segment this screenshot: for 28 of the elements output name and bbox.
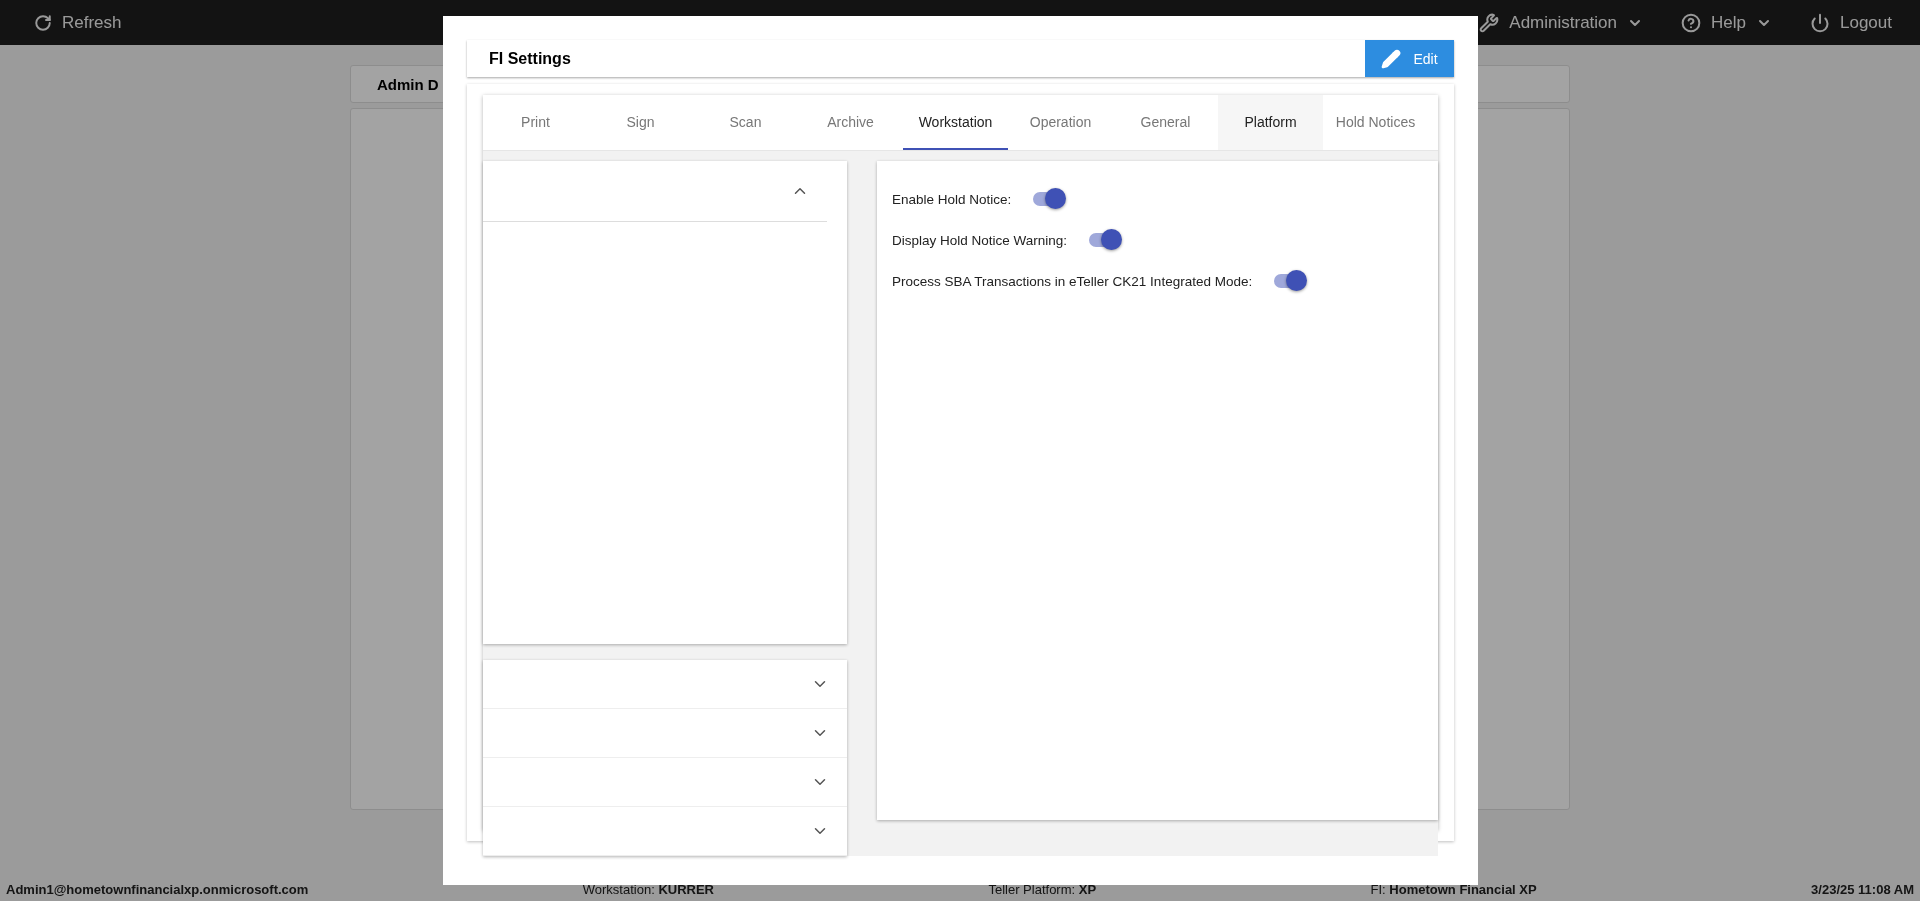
- status-item: Teller Platform: XP: [988, 881, 1097, 897]
- status-item: Workstation: KURRER: [582, 881, 714, 897]
- pencil-icon: [1381, 48, 1402, 69]
- status-item: Admin1@hometownfinancialxp.onmicrosoft.com: [6, 881, 309, 897]
- menu-button[interactable]: Logout: [1810, 12, 1892, 33]
- tab[interactable]: Operation: [1008, 95, 1113, 150]
- tab[interactable]: Sign: [588, 95, 693, 150]
- setting-label: Enable Hold Notice:: [892, 191, 1012, 207]
- tab[interactable]: Hold Notices: [1323, 95, 1428, 150]
- status-item: FI: Hometown Financial XP: [1370, 881, 1537, 897]
- refresh-icon: [34, 13, 52, 32]
- panel-title: Admin D: [377, 75, 439, 93]
- wrench-icon: [1479, 12, 1500, 33]
- status-item: 3/23/25 11:08 AM: [1811, 881, 1914, 897]
- tab[interactable]: General: [1113, 95, 1218, 150]
- dialog-title: FI Settings: [489, 49, 571, 68]
- tab[interactable]: Archive: [798, 95, 903, 150]
- setting-label: Process SBA Transactions in eTeller CK21 Integrated Mode:: [892, 273, 1253, 289]
- menu-button[interactable]: Help: [1681, 12, 1772, 33]
- refresh-button[interactable]: Refresh: [34, 12, 122, 33]
- power-icon: [1810, 12, 1830, 33]
- tab[interactable]: Platform: [1218, 95, 1323, 150]
- menu-button[interactable]: Administration: [1479, 12, 1644, 33]
- tab[interactable]: Print: [483, 95, 588, 150]
- setting-label: Display Hold Notice Warning:: [892, 232, 1068, 248]
- help-icon: [1681, 12, 1702, 33]
- edit-button[interactable]: Edit: [1365, 40, 1454, 77]
- tab[interactable]: Scan: [693, 95, 798, 150]
